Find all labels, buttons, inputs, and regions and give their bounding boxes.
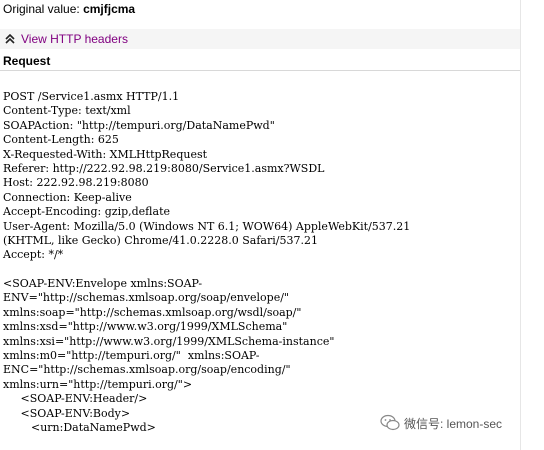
raw-request-body: POST /Service1.asmx HTTP/1.1 Content-Type… [3,90,533,435]
original-value-row: Original value: cmjfjcma [3,2,135,16]
request-line: xmlns:urn="http://tempuri.org/"> [3,377,193,391]
request-line: ENV="http://schemas.xmlsoap.org/soap/env… [3,291,289,305]
request-line: User-Agent: Mozilla/5.0 (Windows NT 6.1;… [3,219,411,233]
request-line: <SOAP-ENV:Envelope xmlns:SOAP- [3,277,203,291]
request-line: xmlns:xsd="http://www.w3.org/1999/XMLSch… [3,320,288,334]
request-line: Content-Type: text/xml [3,104,131,118]
request-line: Content-Length: 625 [3,133,119,147]
request-line: SOAPAction: "http://tempuri.org/DataName… [3,118,275,132]
request-heading: Request [3,54,51,68]
request-line: POST /Service1.asmx HTTP/1.1 [3,90,180,103]
request-line: (KHTML, like Gecko) Chrome/41.0.2228.0 S… [3,233,318,247]
http-headers-toggle-bar[interactable]: View HTTP headers [0,29,520,49]
original-value-label: Original value: [3,2,80,16]
wechat-icon [380,414,400,431]
panel-right-border [520,0,521,450]
request-line: Accept: */* [3,248,64,262]
request-line: ENC="http://schemas.xmlsoap.org/soap/enc… [3,363,291,377]
double-chevron-up-icon [5,34,15,44]
request-line: Referer: http://222.92.98.219:8080/Servi… [3,161,325,175]
original-value: cmjfjcma [83,2,136,16]
request-section-header: Request [0,50,520,71]
view-http-headers-link[interactable]: View HTTP headers [21,32,128,46]
request-line: Accept-Encoding: gzip,deflate [3,205,171,219]
request-line: <SOAP-ENV:Header/> [3,392,148,406]
watermark-text: 微信号: lemon-sec [404,416,503,431]
request-line [3,263,533,277]
request-line: xmlns:xsi="http://www.w3.org/1999/XMLSch… [3,334,335,348]
request-line: xmlns:m0="http://tempuri.org/" xmlns:SOA… [3,349,260,363]
request-line: Host: 222.92.98.219:8080 [3,176,149,190]
request-line: X-Requested-With: XMLHttpRequest [3,147,208,161]
watermark: 微信号: lemon-sec [380,414,502,432]
request-line: xmlns:soap="http://schemas.xmlsoap.org/w… [3,305,302,319]
request-line: Connection: Keep-alive [3,190,132,204]
